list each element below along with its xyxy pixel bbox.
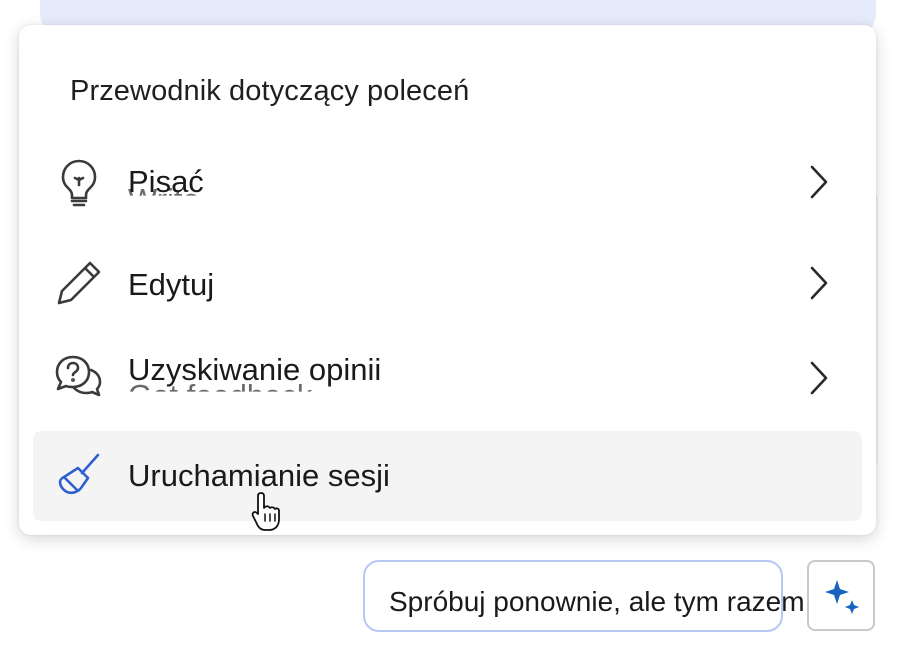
hand-pointer-cursor-icon <box>251 492 280 531</box>
prompt-guide-menu: Przewodnik dotyczący poleceń Write Pisać… <box>19 25 876 535</box>
suggestion-label: Spróbuj ponownie, ale tym razem... <box>389 586 828 617</box>
sparkle-icon <box>825 579 859 614</box>
menu-item-label: Uruchamianie sesji <box>128 458 390 493</box>
menu-item-write[interactable]: Write Pisać <box>33 137 862 227</box>
menu-item-start-session[interactable]: Uruchamianie sesji <box>33 431 862 521</box>
menu-item-edit[interactable]: Edytuj <box>33 238 862 328</box>
sparkle-button[interactable] <box>807 560 875 631</box>
menu-item-label: Edytuj <box>128 267 215 302</box>
pencil-icon <box>53 257 105 309</box>
chevron-right-icon <box>810 165 828 199</box>
menu-item-label: Uzyskiwanie opinii <box>128 352 382 387</box>
menu-item-get-feedback[interactable]: Get feedback Uzyskiwanie opinii <box>33 333 862 423</box>
menu-item-label: Pisać <box>128 164 204 199</box>
chevron-right-icon <box>810 266 828 300</box>
chevron-right-icon <box>810 361 828 395</box>
suggestion-chip-try-again[interactable]: Spróbuj ponownie, ale tym razem... <box>363 560 828 632</box>
question-chat-icon <box>53 352 105 404</box>
broom-icon <box>53 450 105 502</box>
menu-title: Przewodnik dotyczący poleceń <box>70 75 470 107</box>
lightbulb-icon <box>53 156 105 208</box>
